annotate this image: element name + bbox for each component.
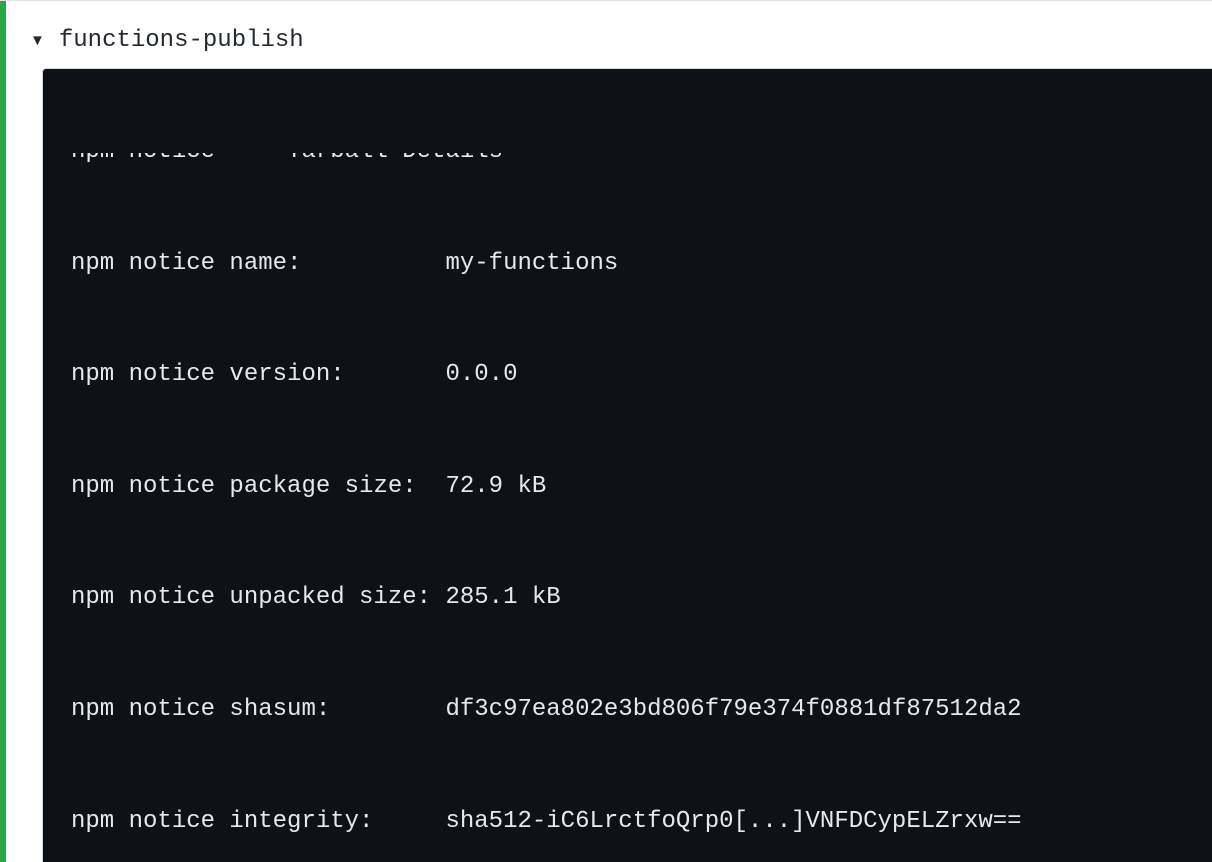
step-title: functions-publish xyxy=(59,27,304,54)
log-line: npm notice name: my-functions xyxy=(71,245,1184,282)
caret-down-icon: ▼ xyxy=(30,32,45,49)
log-line: npm notice shasum: df3c97ea802e3bd806f79… xyxy=(71,691,1184,728)
log-line: npm notice integrity: sha512-iC6LrctfoQr… xyxy=(71,803,1184,840)
log-line: npm notice package size: 72.9 kB xyxy=(71,468,1184,505)
log-line: npm notice version: 0.0.0 xyxy=(71,356,1184,393)
step-container: ▼ functions-publish npm notice === Tarba… xyxy=(0,1,1212,862)
step-header-toggle[interactable]: ▼ functions-publish xyxy=(6,17,1212,68)
step-outer: ▼ functions-publish npm notice === Tarba… xyxy=(0,0,1212,862)
log-line: npm notice === Tarball Details === xyxy=(71,153,561,170)
log-line-partial: npm notice === Tarball Details === xyxy=(71,153,1184,170)
log-line: npm notice unpacked size: 285.1 kB xyxy=(71,579,1184,616)
log-output[interactable]: npm notice === Tarball Details === npm n… xyxy=(42,68,1212,862)
